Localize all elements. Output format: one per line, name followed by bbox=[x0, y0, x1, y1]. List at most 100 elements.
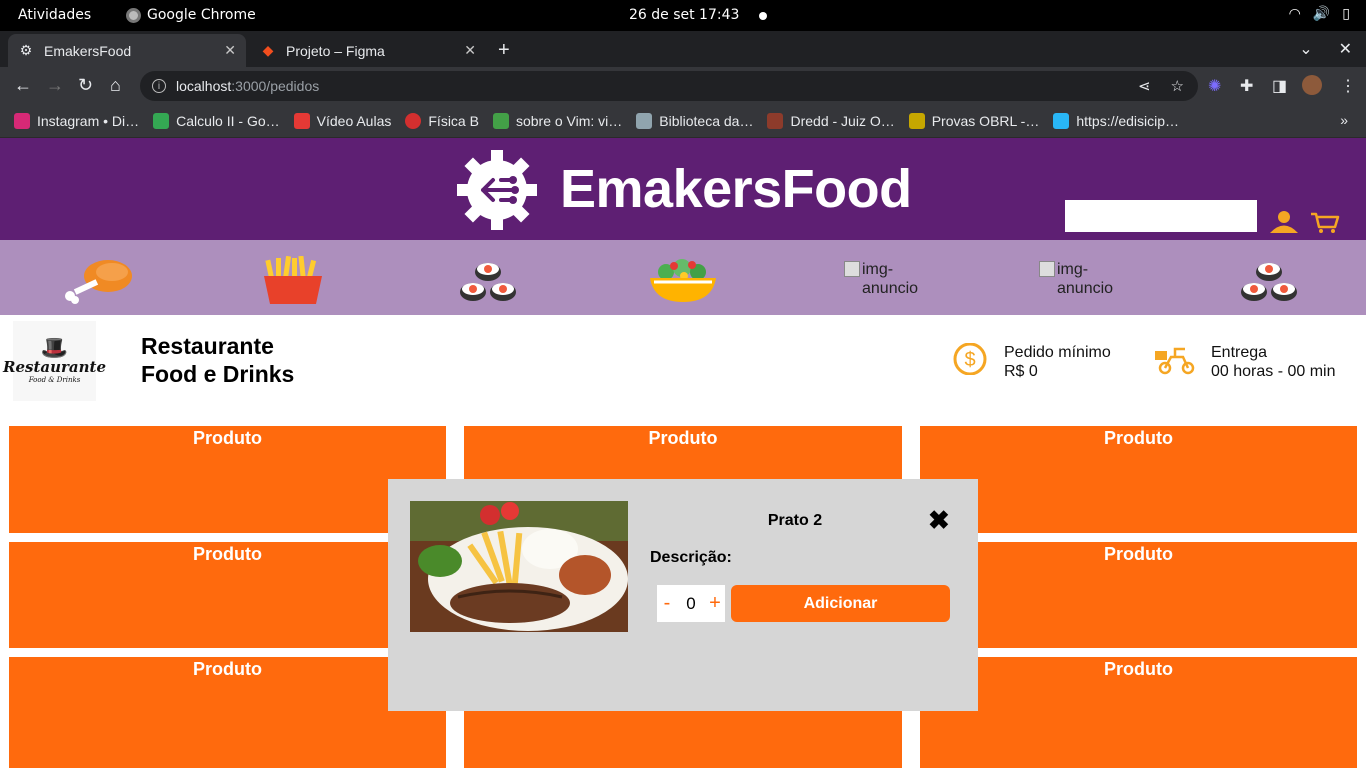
bookmark-label: Vídeo Aulas bbox=[316, 113, 392, 129]
fries-icon[interactable] bbox=[262, 256, 324, 304]
edisciplinas-icon bbox=[1053, 113, 1070, 129]
new-tab-button[interactable]: + bbox=[498, 39, 510, 62]
bookmark-label: Calculo II - Go… bbox=[176, 113, 280, 129]
product-card[interactable]: Produto bbox=[9, 542, 446, 648]
bookmark-item[interactable]: Vídeo Aulas bbox=[293, 113, 392, 129]
window-close-icon[interactable]: ✕ bbox=[1339, 39, 1352, 59]
product-card[interactable]: Produto bbox=[920, 657, 1357, 768]
bookmark-item[interactable]: https://edisicip… bbox=[1053, 113, 1179, 129]
product-label: Produto bbox=[193, 659, 262, 679]
chef-hat-icon: 🎩 bbox=[40, 335, 69, 360]
tab-search-chevron-icon[interactable]: ⌄ bbox=[1299, 39, 1312, 59]
delivery-info: Entrega 00 horas - 00 min bbox=[1155, 343, 1336, 381]
svg-text:$: $ bbox=[964, 349, 975, 371]
chicken-leg-icon[interactable] bbox=[62, 256, 134, 304]
cart-icon[interactable] bbox=[1310, 212, 1340, 234]
back-arrow-icon[interactable]: ← bbox=[14, 75, 32, 96]
tab-bar: ⚙ EmakersFood ✕ ◆ Projeto – Figma ✕ + ⌄ … bbox=[0, 31, 1366, 67]
profile-avatar[interactable] bbox=[1302, 75, 1322, 95]
close-icon[interactable]: ✖ bbox=[928, 507, 950, 533]
min-order-info: $ Pedido mínimo R$ 0 bbox=[950, 343, 1111, 381]
tab-close-icon[interactable]: ✕ bbox=[224, 42, 236, 59]
coin-dollar-icon: $ bbox=[953, 343, 987, 375]
product-label: Produto bbox=[648, 428, 718, 448]
tab-title: Projeto – Figma bbox=[286, 42, 385, 59]
forward-arrow-icon[interactable]: → bbox=[46, 75, 64, 96]
side-panel-icon[interactable]: ◨ bbox=[1272, 76, 1287, 96]
dredd-icon bbox=[767, 113, 784, 129]
home-icon[interactable]: ⌂ bbox=[110, 75, 121, 96]
broken-image-icon bbox=[844, 261, 860, 277]
bookmark-item[interactable]: Provas OBRL -… bbox=[908, 113, 1039, 129]
user-icon[interactable] bbox=[1269, 210, 1299, 234]
bookmark-label: sobre o Vim: vi… bbox=[515, 113, 623, 129]
site-info-icon[interactable]: i bbox=[152, 79, 166, 93]
bookmark-item[interactable]: Calculo II - Go… bbox=[153, 113, 280, 129]
sushi-icon[interactable] bbox=[1239, 256, 1299, 304]
product-label: Produto bbox=[193, 428, 262, 448]
bookmark-label: https://edisicip… bbox=[1076, 113, 1180, 129]
brand-name[interactable]: EmakersFood bbox=[560, 158, 912, 220]
bookmark-item[interactable]: Instagram • Di… bbox=[14, 113, 139, 129]
product-modal: Prato 2 ✖ Descrição: - 0 + Adicionar bbox=[388, 479, 978, 711]
reload-icon[interactable]: ↻ bbox=[78, 75, 93, 96]
increment-button[interactable]: + bbox=[709, 592, 721, 615]
salad-icon[interactable] bbox=[648, 256, 718, 304]
decrement-button[interactable]: - bbox=[661, 592, 673, 615]
page-content: EmakersFood img-anuncio img-anuncio 🎩 Re… bbox=[0, 138, 1366, 768]
google-drive-icon bbox=[153, 113, 170, 129]
gear-favicon-icon: ⚙ bbox=[19, 42, 33, 58]
tab-close-icon[interactable]: ✕ bbox=[464, 42, 476, 59]
restaurant-name-line: Restaurante bbox=[141, 333, 274, 359]
youtube-icon bbox=[293, 113, 310, 129]
bookmarks-bar: Instagram • Di… Calculo II - Go… Vídeo A… bbox=[0, 105, 1366, 138]
clock[interactable]: 26 de set 17:43 bbox=[629, 7, 739, 23]
os-topbar: Atividades Google Chrome 26 de set 17:43… bbox=[0, 0, 1366, 31]
product-card[interactable]: Produto bbox=[9, 657, 446, 768]
bookmark-item[interactable]: Física B bbox=[405, 113, 479, 129]
restaurant-logo: 🎩 Restaurante Food & Drinks bbox=[3, 321, 106, 401]
system-tray[interactable]: ◠ 🔊 ▯ bbox=[1289, 6, 1350, 22]
bookmark-item[interactable]: sobre o Vim: vi… bbox=[492, 113, 623, 129]
bookmark-star-icon[interactable]: ☆ bbox=[1171, 77, 1184, 95]
product-card[interactable]: Produto bbox=[920, 426, 1357, 533]
url-bar[interactable]: i localhost:3000/pedidos ⋖ ☆ bbox=[140, 71, 1198, 101]
activities-button[interactable]: Atividades bbox=[18, 7, 91, 23]
wifi-icon: ◠ bbox=[1288, 6, 1301, 22]
bookmark-label: Dredd - Juiz O… bbox=[790, 113, 895, 129]
quantity-value[interactable]: 0 bbox=[686, 594, 695, 614]
bookmark-item[interactable]: Dredd - Juiz O… bbox=[767, 113, 895, 129]
apple-icon bbox=[405, 113, 422, 129]
share-icon[interactable]: ⋖ bbox=[1138, 77, 1151, 95]
logo-subtext: Food & Drinks bbox=[28, 376, 81, 384]
extension-icon[interactable]: ✺ bbox=[1208, 76, 1221, 96]
gear-logo-icon[interactable] bbox=[455, 148, 539, 232]
sushi-icon[interactable] bbox=[458, 256, 518, 304]
dish-photo bbox=[410, 501, 628, 632]
figma-favicon-icon: ◆ bbox=[262, 42, 274, 58]
delivery-label: Entrega bbox=[1211, 344, 1268, 361]
url-host: localhost bbox=[176, 78, 232, 94]
broken-ad-image[interactable]: img-anuncio bbox=[1039, 260, 1117, 298]
vim-icon bbox=[492, 113, 509, 129]
restaurant-name-line: Food e Drinks bbox=[141, 361, 295, 387]
address-bar-row: ← → ↻ ⌂ i localhost:3000/pedidos ⋖ ☆ ✺ ✚… bbox=[0, 67, 1366, 105]
bookmark-label: Física B bbox=[428, 113, 479, 129]
product-label: Produto bbox=[1104, 659, 1173, 679]
product-card[interactable]: Produto bbox=[920, 542, 1357, 648]
min-order-value: R$ 0 bbox=[1004, 363, 1038, 380]
tab-figma[interactable]: ◆ Projeto – Figma ✕ bbox=[250, 34, 486, 67]
bookmark-item[interactable]: Biblioteca da… bbox=[636, 113, 753, 129]
tab-emakersfood[interactable]: ⚙ EmakersFood ✕ bbox=[8, 34, 246, 67]
product-card[interactable]: Produto bbox=[9, 426, 446, 533]
broken-ad-image[interactable]: img-anuncio bbox=[844, 260, 922, 298]
kebab-menu-icon[interactable]: ⋮ bbox=[1340, 76, 1356, 96]
app-menu[interactable]: Google Chrome bbox=[126, 7, 256, 23]
product-label: Produto bbox=[193, 544, 262, 564]
puzzle-extensions-icon[interactable]: ✚ bbox=[1240, 76, 1253, 96]
image-alt-text: img-anuncio bbox=[1057, 261, 1114, 297]
add-to-cart-button[interactable]: Adicionar bbox=[731, 585, 950, 622]
bookmarks-overflow-icon[interactable]: » bbox=[1340, 112, 1348, 128]
search-input[interactable] bbox=[1065, 200, 1257, 232]
delivery-scooter-icon bbox=[1155, 347, 1195, 375]
